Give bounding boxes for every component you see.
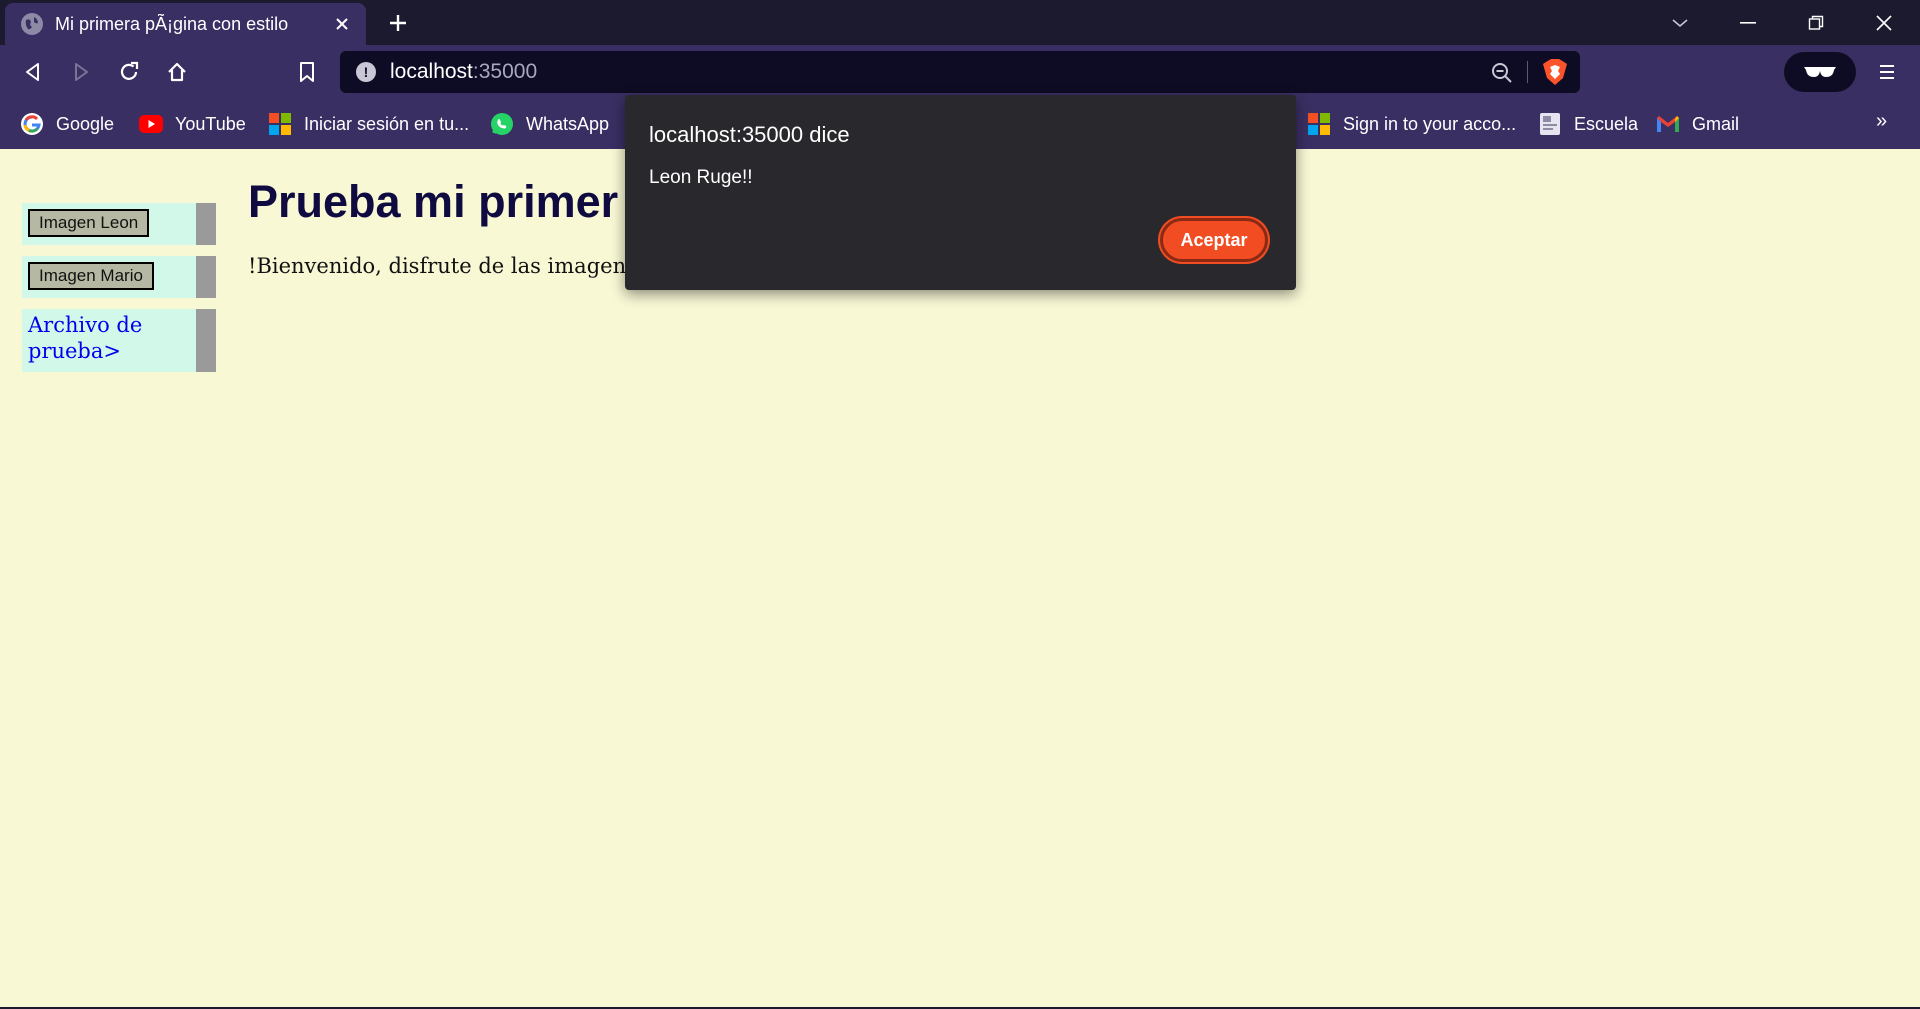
home-icon[interactable] <box>162 57 192 87</box>
welcome-text: !Bienvenido, disfrute de las imagenes de <box>248 254 682 278</box>
archivo-de-prueba-link[interactable]: Archivo de prueba> <box>28 312 188 364</box>
back-icon[interactable] <box>18 57 48 87</box>
bookmark-whatsapp[interactable]: WhatsApp <box>490 109 609 139</box>
nav-item-mario: Imagen Mario <box>22 256 216 298</box>
browser-tab[interactable]: Mi primera pÃ¡gina con estilo <box>5 3 366 45</box>
bookmark-label: Gmail <box>1692 113 1740 134</box>
more-bookmarks-icon[interactable]: » <box>1876 110 1887 133</box>
bookmark-label: Sign in to your acco... <box>1343 113 1517 134</box>
nav-item-archivo: Archivo de prueba> <box>22 309 216 372</box>
browser-toolbar: ! localhost:35000 <box>0 45 1920 99</box>
bookmark-icon[interactable] <box>292 57 322 87</box>
microsoft-icon <box>1307 112 1331 136</box>
bookmark-youtube[interactable]: YouTube <box>139 109 246 139</box>
imagen-mario-button[interactable]: Imagen Mario <box>28 262 154 290</box>
dialog-message: Leon Ruge!! <box>649 167 753 188</box>
forward-icon[interactable] <box>66 57 96 87</box>
youtube-icon <box>139 112 163 136</box>
dialog-title: localhost:35000 dice <box>649 122 850 147</box>
whatsapp-icon <box>490 112 514 136</box>
bookmark-label: Iniciar sesión en tu... <box>304 113 470 134</box>
brave-shields-icon[interactable] <box>1542 58 1568 86</box>
tab-title: Mi primera pÃ¡gina con estilo <box>55 13 289 34</box>
bookmark-escuela[interactable]: Escuela <box>1538 109 1638 139</box>
new-tab-icon[interactable] <box>384 9 412 37</box>
private-glasses-icon[interactable] <box>1784 52 1856 92</box>
address-divider <box>1527 61 1528 83</box>
address-bar[interactable]: ! localhost:35000 <box>340 51 1580 93</box>
tab-search-chevron-icon[interactable] <box>1650 0 1710 45</box>
bookmark-microsoft-signin[interactable]: Sign in to your acco... <box>1307 109 1516 139</box>
tab-strip: Mi primera pÃ¡gina con estilo <box>0 0 1920 45</box>
bookmark-gmail[interactable]: Gmail <box>1656 109 1739 139</box>
alert-dialog: localhost:35000 dice Leon Ruge!! Aceptar <box>625 95 1296 290</box>
page-title: Prueba mi primer s <box>248 176 656 227</box>
globe-icon <box>21 13 43 35</box>
close-tab-icon[interactable] <box>330 12 354 36</box>
gmail-icon <box>1656 112 1680 136</box>
url-host: localhost <box>390 60 473 83</box>
bookmark-label: Google <box>56 113 115 134</box>
minimize-icon[interactable] <box>1718 0 1778 45</box>
google-icon <box>20 112 44 136</box>
bookmark-google[interactable]: Google <box>20 109 114 139</box>
nav-item-leon: Imagen Leon <box>22 203 216 245</box>
close-window-icon[interactable] <box>1854 0 1914 45</box>
reload-icon[interactable] <box>114 57 144 87</box>
microsoft-icon <box>268 112 292 136</box>
bookmark-label: WhatsApp <box>526 113 610 134</box>
zoom-out-icon[interactable] <box>1490 61 1514 85</box>
bookmark-label: Escuela <box>1574 113 1639 134</box>
url-port: :35000 <box>472 60 538 83</box>
site-info-icon[interactable]: ! <box>356 62 376 82</box>
bookmark-microsoft-login[interactable]: Iniciar sesión en tu... <box>268 109 469 139</box>
bookmark-label: YouTube <box>175 113 246 134</box>
menu-icon[interactable] <box>1872 57 1902 87</box>
aceptar-button[interactable]: Aceptar <box>1160 218 1268 262</box>
imagen-leon-button[interactable]: Imagen Leon <box>28 209 150 237</box>
folder-icon <box>1538 112 1562 136</box>
restore-icon[interactable] <box>1786 0 1846 45</box>
